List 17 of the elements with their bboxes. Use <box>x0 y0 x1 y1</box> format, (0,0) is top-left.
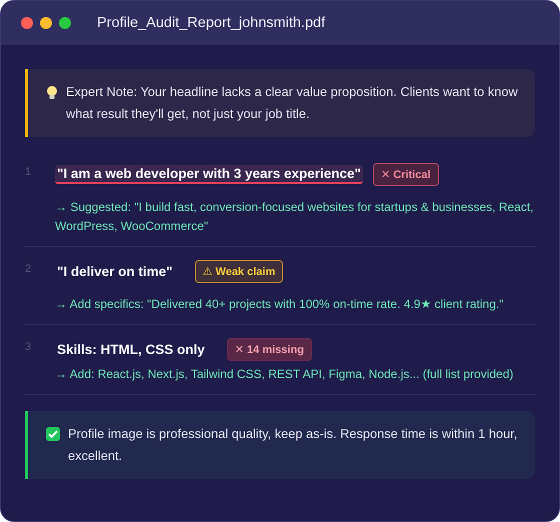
suggestion-text: → Add specifics: "Delivered 40+ projects with 100% on-time rate. 4.9★ client rating." <box>55 297 504 311</box>
note-text: Expert Note: Your headline lacks a clear value proposition. Clients want to know what result they'll get, not just your job title. <box>66 83 519 123</box>
window-title: Profile_Audit_Report_johnsmith.pdf <box>97 15 326 31</box>
suggestion-text: → Suggested: "I build fast, conversion-focused websites for startups & businesses, React, WordPress, WooCommerce" <box>55 200 534 233</box>
checkmark-icon <box>46 427 60 441</box>
status-badge: ✕ Critical <box>372 163 439 186</box>
profile-quote: "I am a web developer with 3 years experience" <box>55 165 363 184</box>
profile-quote: "I deliver on time" <box>56 263 174 280</box>
status-badge: ⚠ Weak claim <box>194 260 284 283</box>
minimize-icon[interactable] <box>40 17 52 29</box>
maximize-icon[interactable] <box>59 17 71 29</box>
lightbulb-icon <box>46 85 58 101</box>
status-badge: ✕ 14 missing <box>226 338 312 361</box>
close-icon[interactable] <box>21 17 33 29</box>
note-text: Profile image is professional quality, keep as-is. Response time is within 1 hour, excellent. <box>68 425 518 465</box>
profile-quote: Skills: HTML, CSS only <box>56 341 206 358</box>
suggestion-text: → Add: React.js, Next.js, Tailwind CSS, REST API, Figma, Node.js... (full list provided) <box>55 367 514 381</box>
